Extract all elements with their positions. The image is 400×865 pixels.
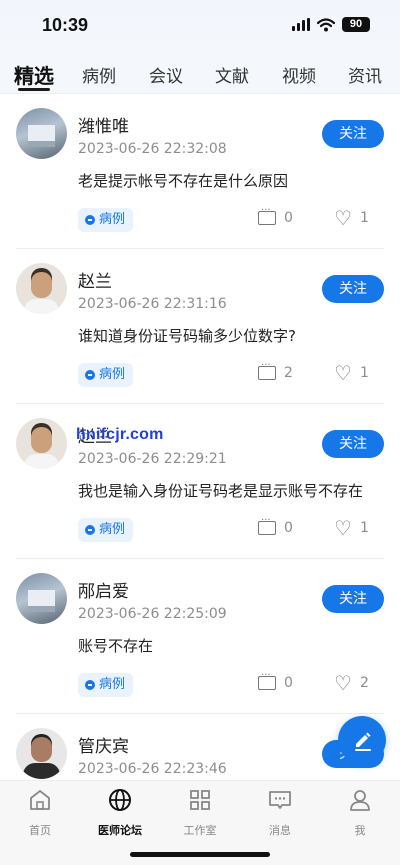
post-time: 2023-06-26 22:31:16 — [78, 296, 227, 312]
heart-icon: ♡ — [334, 671, 352, 695]
tab-cases[interactable]: 病例 — [82, 62, 116, 87]
tab-meetings[interactable]: 会议 — [149, 62, 183, 87]
post-content[interactable]: 谁知道身份证号码输多少位数字? — [78, 325, 296, 346]
post-item[interactable]: 赵兰 2023-06-26 22:31:16 谁知道身份证号码输多少位数字? 关… — [16, 249, 384, 404]
tag-label: 病例 — [99, 522, 126, 537]
home-icon — [30, 790, 50, 810]
post-time: 2023-06-26 22:25:09 — [78, 606, 227, 622]
post-tag[interactable]: 病例 — [78, 363, 134, 387]
grid-icon — [190, 790, 210, 810]
compose-post-button[interactable] — [338, 716, 386, 764]
comment-count-value: 0 — [284, 675, 293, 691]
message-icon — [269, 791, 291, 809]
like-count-value: 2 — [359, 675, 369, 691]
heart-icon: ♡ — [334, 361, 352, 385]
author-name[interactable]: 邴启爱 — [78, 577, 129, 602]
wifi-icon — [317, 17, 335, 31]
tag-icon — [85, 680, 95, 690]
author-name[interactable]: 管庆宾 — [78, 732, 129, 757]
like-count[interactable]: ♡ 2 — [334, 671, 369, 695]
avatar[interactable] — [16, 573, 67, 624]
tag-icon — [85, 215, 95, 225]
author-name[interactable]: 赵兰 — [78, 267, 112, 292]
edit-icon — [355, 732, 371, 751]
watermark-text: hnifcjr.com — [76, 426, 164, 443]
comment-count[interactable]: 0 — [258, 515, 293, 536]
tag-label: 病例 — [99, 677, 126, 692]
tab-videos[interactable]: 视频 — [282, 62, 316, 87]
like-count[interactable]: ♡ 1 — [334, 361, 369, 385]
tag-label: 病例 — [99, 212, 126, 227]
like-count[interactable]: ♡ 1 — [334, 206, 369, 230]
nav-me[interactable]: 我 — [320, 787, 400, 838]
tag-icon — [85, 525, 95, 535]
battery-indicator: 90 — [342, 17, 370, 32]
post-content[interactable]: 账号不存在 — [78, 635, 153, 656]
nav-messages[interactable]: 消息 — [240, 787, 320, 838]
follow-button[interactable]: 关注 — [322, 120, 384, 148]
nav-label: 首页 — [29, 824, 51, 837]
comment-count[interactable]: 2 — [258, 360, 293, 381]
comment-icon — [258, 515, 276, 535]
heart-icon: ♡ — [334, 206, 352, 230]
nav-label: 消息 — [269, 824, 291, 837]
tab-literature[interactable]: 文献 — [215, 62, 249, 87]
cellular-signal-icon — [292, 18, 310, 31]
active-tab-underline — [18, 88, 50, 91]
post-item[interactable]: 潍惟唯 2023-06-26 22:32:08 老是提示帐号不存在是什么原因 关… — [16, 94, 384, 249]
post-item[interactable]: 邴启爱 2023-06-26 22:25:09 账号不存在 关注 病例 0 ♡2 — [16, 559, 384, 714]
post-time: 2023-06-26 22:32:08 — [78, 141, 227, 157]
nav-label: 工作室 — [183, 824, 217, 837]
nav-label: 医师论坛 — [98, 824, 142, 837]
tag-icon — [85, 370, 95, 380]
author-name[interactable]: 潍惟唯 — [78, 112, 129, 137]
post-content[interactable]: 老是提示帐号不存在是什么原因 — [78, 170, 288, 191]
home-indicator — [130, 852, 270, 857]
like-count-value: 1 — [359, 365, 369, 381]
follow-button[interactable]: 关注 — [322, 430, 384, 458]
tab-news[interactable]: 资讯 — [348, 62, 382, 87]
status-icons: 90 — [292, 17, 370, 32]
avatar[interactable] — [16, 108, 67, 159]
post-tag[interactable]: 病例 — [78, 673, 134, 697]
nav-home[interactable]: 首页 — [0, 787, 80, 838]
comment-icon — [258, 360, 276, 380]
globe-icon — [109, 789, 131, 811]
comment-count[interactable]: 0 — [258, 205, 293, 226]
tab-featured[interactable]: 精选 — [14, 60, 54, 89]
nav-label: 我 — [354, 824, 366, 837]
comment-count-value: 0 — [284, 210, 293, 226]
post-feed: 潍惟唯 2023-06-26 22:32:08 老是提示帐号不存在是什么原因 关… — [0, 94, 400, 780]
nav-studio[interactable]: 工作室 — [160, 787, 240, 838]
post-item[interactable]: 赵兰 2023-06-26 22:29:21 我也是输入身份证号码老是显示账号不… — [16, 404, 384, 559]
tag-label: 病例 — [99, 367, 126, 382]
post-tag[interactable]: 病例 — [78, 208, 134, 232]
like-count-value: 1 — [359, 520, 369, 536]
avatar[interactable] — [16, 418, 67, 469]
comment-count[interactable]: 0 — [258, 670, 293, 691]
status-bar: 10:39 90 — [0, 0, 400, 52]
user-icon — [350, 790, 370, 811]
post-time: 2023-06-26 22:23:46 — [78, 761, 227, 777]
category-tabs: 精选 病例 会议 文献 视频 资讯 — [0, 52, 400, 94]
comment-icon — [258, 205, 276, 225]
follow-button[interactable]: 关注 — [322, 585, 384, 613]
comment-count-value: 0 — [284, 520, 293, 536]
post-content[interactable]: 我也是输入身份证号码老是显示账号不存在 — [78, 480, 363, 501]
avatar[interactable] — [16, 263, 67, 314]
nav-doctor-forum[interactable]: 医师论坛 — [80, 787, 160, 838]
like-count-value: 1 — [359, 210, 369, 226]
post-tag[interactable]: 病例 — [78, 518, 134, 542]
status-time: 10:39 — [42, 15, 89, 35]
post-time: 2023-06-26 22:29:21 — [78, 451, 227, 467]
heart-icon: ♡ — [334, 516, 352, 540]
post-item[interactable]: 管庆宾 2023-06-26 22:23:46 关注 — [16, 714, 384, 780]
comment-icon — [258, 670, 276, 690]
avatar[interactable] — [16, 728, 67, 779]
comment-count-value: 2 — [284, 365, 293, 381]
follow-button[interactable]: 关注 — [322, 275, 384, 303]
like-count[interactable]: ♡ 1 — [334, 516, 369, 540]
